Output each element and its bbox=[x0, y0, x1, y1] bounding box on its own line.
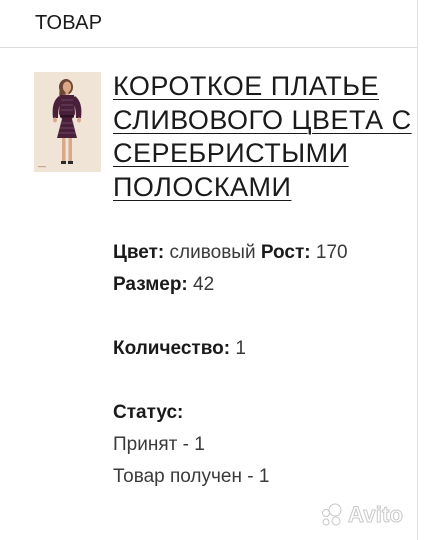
avito-dots-icon bbox=[322, 503, 342, 526]
product-image[interactable] bbox=[34, 72, 101, 172]
status-row: Статус: bbox=[113, 401, 183, 425]
quantity-value: 1 bbox=[235, 338, 246, 359]
status-received: Товар получен - 1 bbox=[113, 465, 269, 489]
status-accepted: Принят - 1 bbox=[113, 433, 205, 457]
status-accepted-text: Принят - 1 bbox=[113, 434, 205, 455]
avito-watermark: Avito bbox=[318, 497, 418, 533]
avito-watermark-text: Avito bbox=[347, 502, 404, 528]
section-header: ТОВАР bbox=[0, 0, 418, 48]
status-received-text: Товар получен - 1 bbox=[113, 466, 270, 487]
size-value: 42 bbox=[193, 274, 215, 295]
section-title: ТОВАР bbox=[35, 12, 103, 34]
quantity-row: Количество: 1 bbox=[113, 337, 246, 361]
color-label: Цвет: bbox=[113, 242, 165, 263]
dress-photo-icon bbox=[34, 72, 101, 172]
order-item-panel: ТОВАР КОРОТКОЕ ПЛАТЬЕ СЛИВОВОГО ЦВЕТА С … bbox=[0, 0, 418, 540]
size-label: Размер: bbox=[113, 274, 188, 295]
height-value: 170 bbox=[315, 242, 348, 263]
status-label: Статус: bbox=[113, 402, 184, 423]
size-row: Размер: 42 bbox=[113, 273, 214, 297]
color-value: сливовый bbox=[169, 242, 256, 263]
product-title-link[interactable]: КОРОТКОЕ ПЛАТЬЕ СЛИВОВОГО ЦВЕТА С СЕРЕБР… bbox=[113, 70, 413, 204]
color-height-row: Цвет: сливовый Рост: 170 bbox=[113, 241, 348, 265]
height-label: Рост: bbox=[260, 242, 311, 263]
quantity-label: Количество: bbox=[113, 338, 231, 359]
